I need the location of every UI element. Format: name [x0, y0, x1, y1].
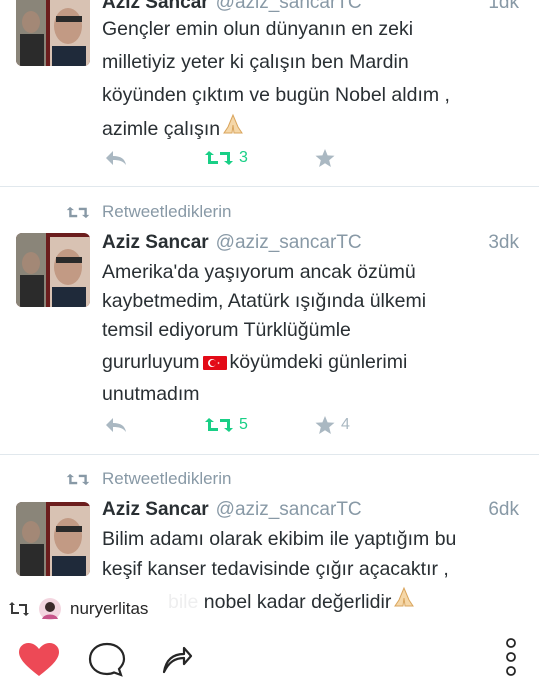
author-handle[interactable]: @aziz_sancarTC [216, 232, 489, 254]
text-line: Amerika'da yaşıyorum ancak özümü [102, 261, 416, 283]
retweeted-indicator: Retweetlediklerin [66, 469, 231, 489]
post-action-bar [0, 628, 539, 682]
retweet-count: 3 [239, 149, 248, 166]
heart-icon[interactable] [18, 642, 60, 678]
tweet-2[interactable]: Retweetlediklerin Aziz Sancar @aziz_sanc… [0, 187, 539, 454]
text-line: milletiyiz yeter ki çalışın ben Mardin [102, 51, 409, 73]
retweet-count: 5 [239, 416, 248, 433]
text-line: azimle çalışın [102, 118, 221, 140]
text-line: kaybetmedim, Atatürk ışığında ülkemi [102, 290, 427, 312]
reply-icon [106, 418, 126, 432]
author-handle[interactable]: @aziz_sancarTC [216, 499, 489, 521]
retweet-icon [66, 206, 90, 218]
comment-icon[interactable] [88, 642, 126, 678]
repost-username[interactable]: nuryerlitas [70, 599, 148, 619]
like-button[interactable]: 4 [314, 415, 350, 435]
author-name[interactable]: Aziz Sancar [102, 499, 209, 521]
author-handle[interactable]: @aziz_sancarTC [216, 0, 489, 14]
star-icon [315, 149, 335, 167]
text-line: Bilim adamı olarak ekibim ile yaptığım b… [102, 528, 457, 550]
text-line: gururluyum [102, 351, 200, 373]
avatar[interactable] [16, 233, 90, 307]
text-line: köyünden çıktım ve bugün Nobel aldım , [102, 84, 450, 106]
repost-icon [9, 602, 29, 616]
user-avatar-icon [39, 598, 61, 620]
author-name[interactable]: Aziz Sancar [102, 232, 209, 254]
like-button[interactable] [314, 148, 341, 168]
text-line: Gençler emin olun dünyanın en zeki [102, 18, 414, 40]
retweet-icon [205, 418, 233, 432]
repost-attribution[interactable]: nuryerlitas [0, 590, 200, 628]
retweet-icon [205, 151, 233, 165]
tweet-text: Amerika'da yaşıyorum ancak özümü kaybetm… [102, 257, 517, 409]
turkey-flag-icon [202, 355, 227, 370]
avatar[interactable] [16, 0, 90, 66]
text-line: köyümdeki günlerimi [229, 351, 408, 373]
retweeted-label: Retweetlediklerin [102, 469, 232, 488]
text-line: keşif kanser tedavisinde çığır açacaktır… [102, 558, 449, 580]
avatar[interactable] [16, 502, 90, 576]
reply-button[interactable] [104, 149, 128, 167]
praying-hands-icon [223, 113, 244, 134]
star-icon [315, 416, 335, 434]
author-name[interactable]: Aziz Sancar [102, 0, 209, 14]
timestamp: 6dk [488, 499, 519, 520]
retweet-button[interactable]: 5 [204, 416, 248, 434]
retweeted-indicator: Retweetlediklerin [66, 202, 231, 222]
more-icon[interactable] [504, 636, 518, 678]
timestamp: 3dk [488, 232, 519, 253]
tweet-1[interactable]: Aziz Sancar @aziz_sancarTC 1dk Gençler e… [0, 0, 539, 186]
text-line: unutmadım [102, 383, 200, 405]
reply-icon [106, 151, 126, 165]
tweet-text: Gençler emin olun dünyanın en zeki mille… [102, 14, 517, 144]
timestamp: 1dk [488, 0, 519, 13]
reply-button[interactable] [104, 416, 128, 434]
retweeted-label: Retweetlediklerin [102, 202, 232, 221]
retweet-icon [66, 473, 90, 485]
praying-hands-icon [394, 586, 415, 607]
share-icon[interactable] [160, 642, 194, 676]
text-line: temsil ediyorum Türklüğümle [102, 319, 351, 341]
retweet-button[interactable]: 3 [204, 149, 248, 167]
like-count: 4 [341, 416, 350, 433]
text-line: bile nobel kadar değerlidir [168, 591, 392, 613]
